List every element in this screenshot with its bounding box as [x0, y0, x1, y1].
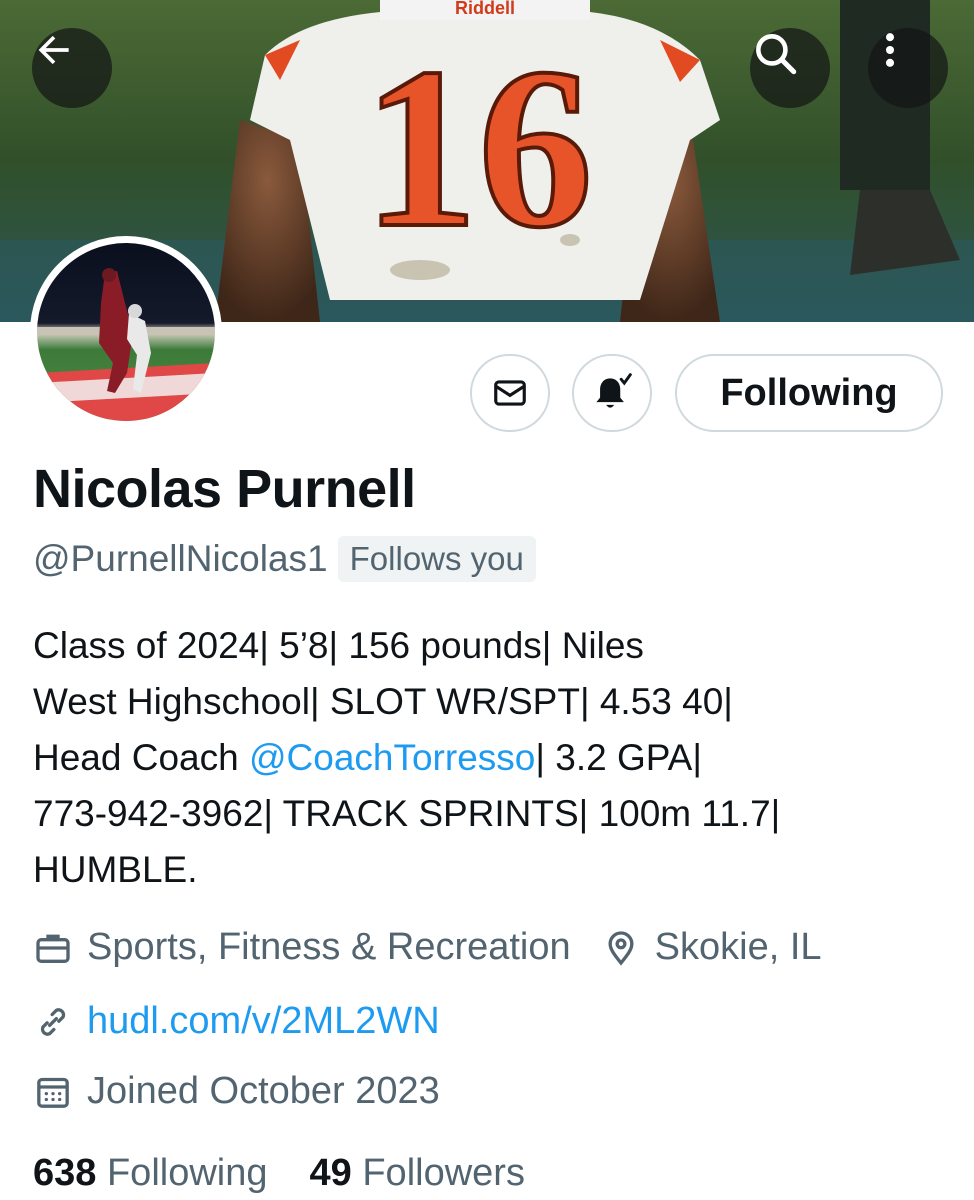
- profile-category: Sports, Fitness & Recreation: [87, 926, 571, 968]
- more-button[interactable]: [868, 28, 948, 108]
- follow-stats: 638 Following 49 Followers: [33, 1152, 567, 1195]
- handle-row: @PurnellNicolas1 Follows you: [33, 536, 536, 582]
- arrow-left-icon: [38, 35, 69, 65]
- avatar-photo: [37, 243, 215, 421]
- category-location-row: Sports, Fitness & Recreation Skokie, IL: [33, 926, 822, 969]
- notifications-button[interactable]: [572, 354, 652, 432]
- search-button[interactable]: [750, 28, 830, 108]
- user-handle: @PurnellNicolas1: [33, 538, 328, 579]
- more-vertical-icon: [885, 33, 895, 67]
- website-row: hudl.com/v/2ML2WN: [33, 1000, 440, 1043]
- joined-row: Joined October 2023: [33, 1070, 440, 1113]
- profile-avatar[interactable]: [30, 236, 222, 428]
- followers-count-link[interactable]: 49 Followers: [310, 1152, 525, 1195]
- banner-jersey-number: 16: [363, 20, 593, 275]
- location-pin-icon: [601, 928, 641, 968]
- bell-check-icon: [596, 373, 632, 408]
- bio-text: Head Coach: [33, 737, 249, 778]
- bio-line: Head Coach @CoachTorresso| 3.2 GPA|: [33, 730, 933, 786]
- banner-helmet-text: Riddell: [455, 0, 515, 18]
- following-count: 638: [33, 1152, 97, 1194]
- following-button[interactable]: Following: [675, 354, 943, 432]
- joined-date: Joined October 2023: [87, 1070, 440, 1112]
- search-icon: [756, 34, 797, 75]
- briefcase-icon: [33, 928, 73, 968]
- followers-label: Followers: [362, 1152, 525, 1194]
- bio-line: 773-942-3962| TRACK SPRINTS| 100m 11.7|: [33, 793, 781, 834]
- bio-line: HUMBLE.: [33, 849, 198, 890]
- envelope-icon: [494, 380, 526, 406]
- website-link[interactable]: hudl.com/v/2ML2WN: [87, 1000, 440, 1043]
- profile-bio: Class of 2024| 5’8| 156 pounds| Niles We…: [33, 618, 933, 898]
- bio-line: Class of 2024| 5’8| 156 pounds| Niles: [33, 625, 644, 666]
- calendar-icon: [33, 1072, 73, 1112]
- follows-you-badge: Follows you: [337, 536, 536, 582]
- bio-line: West Highschool| SLOT WR/SPT| 4.53 40|: [33, 681, 733, 722]
- message-button[interactable]: [470, 354, 550, 432]
- back-button[interactable]: [32, 28, 112, 108]
- following-count-link[interactable]: 638 Following: [33, 1152, 268, 1195]
- following-label: Following: [106, 1152, 268, 1194]
- coach-mention-link[interactable]: @CoachTorresso: [249, 737, 535, 778]
- display-name: Nicolas Purnell: [33, 459, 416, 519]
- profile-location: Skokie, IL: [654, 926, 822, 968]
- followers-count: 49: [309, 1152, 352, 1194]
- link-icon: [33, 1002, 73, 1042]
- bio-text: | 3.2 GPA|: [535, 737, 702, 778]
